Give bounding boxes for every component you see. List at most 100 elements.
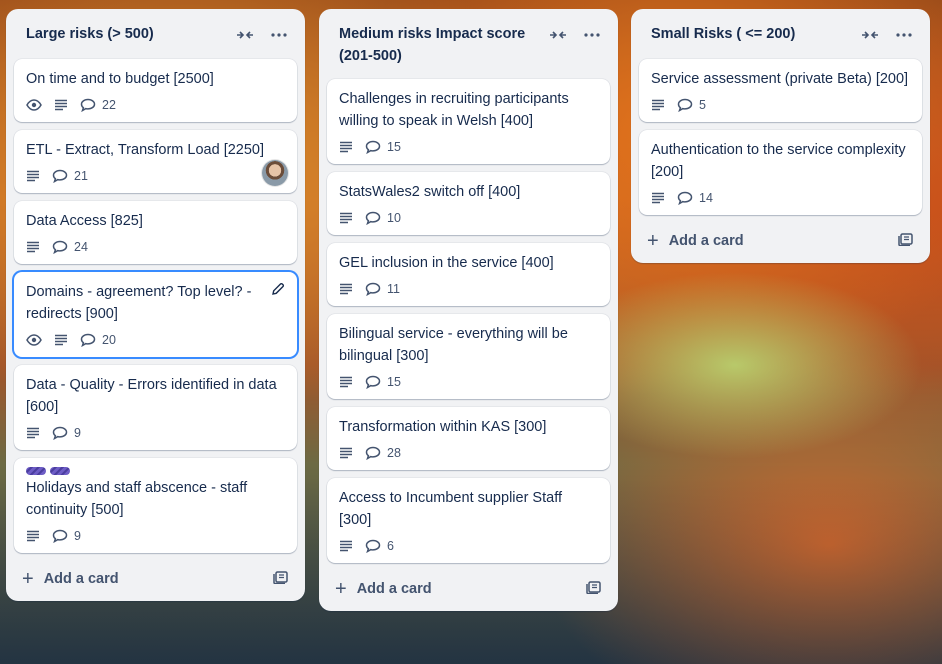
collapse-icon[interactable] (856, 23, 884, 47)
list-title[interactable]: Small Risks ( <= 200) (651, 23, 795, 45)
comment-badge: 5 (677, 98, 706, 112)
card-title: On time and to budget [2500] (26, 71, 214, 87)
card[interactable]: Data - Quality - Errors identified in da… (14, 365, 297, 450)
comment-count: 6 (387, 539, 394, 553)
comment-badge: 14 (677, 191, 713, 205)
comment-badge: 15 (365, 140, 401, 154)
description-icon (339, 212, 353, 224)
card[interactable]: Bilingual service - everything will be b… (327, 314, 610, 399)
description-icon (26, 530, 40, 542)
list-header: Small Risks ( <= 200) (639, 9, 922, 51)
comment-count: 28 (387, 446, 401, 460)
list-medium-risks: Medium risks Impact score (201-500) Chal… (319, 9, 618, 611)
comment-count: 21 (74, 169, 88, 183)
description-icon (26, 241, 40, 253)
pencil-icon[interactable] (271, 282, 285, 301)
list-header: Medium risks Impact score (201-500) (327, 9, 610, 71)
collapse-icon[interactable] (544, 23, 572, 47)
board-canvas: Large risks (> 500) On time and to budge… (0, 0, 942, 664)
description-icon (54, 99, 68, 111)
comment-badge: 10 (365, 211, 401, 225)
comment-icon (52, 529, 68, 543)
avatar[interactable] (262, 160, 288, 186)
description-icon (651, 192, 665, 204)
comment-icon (365, 446, 381, 460)
comment-count: 15 (387, 140, 401, 154)
comment-icon (677, 191, 693, 205)
plus-icon: + (647, 230, 659, 252)
comment-icon (80, 333, 96, 347)
description-icon (26, 170, 40, 182)
comment-badge: 11 (365, 282, 400, 296)
plus-icon: + (335, 578, 347, 600)
card-title: StatsWales2 switch off [400] (339, 184, 521, 200)
comment-badge: 9 (52, 426, 81, 440)
card[interactable]: Data Access [825] 24 (14, 201, 297, 264)
card-title: Data - Quality - Errors identified in da… (26, 377, 277, 415)
card-title: GEL inclusion in the service [400] (339, 255, 554, 271)
comment-count: 11 (387, 282, 400, 296)
comment-icon (52, 169, 68, 183)
comment-count: 9 (74, 426, 81, 440)
add-card-button[interactable]: + Add a card (647, 231, 744, 251)
comment-badge: 20 (80, 333, 116, 347)
comment-count: 9 (74, 529, 81, 543)
card[interactable]: Holidays and staff abscence - staff cont… (14, 458, 297, 553)
comment-badge: 6 (365, 539, 394, 553)
card[interactable]: Challenges in recruiting participants wi… (327, 79, 610, 164)
comment-badge: 22 (80, 98, 116, 112)
card[interactable]: GEL inclusion in the service [400] 11 (327, 243, 610, 306)
add-card-label: Add a card (356, 581, 432, 597)
comment-icon (80, 98, 96, 112)
card-selected[interactable]: Domains - agreement? Top level? - redire… (14, 272, 297, 357)
comment-badge: 28 (365, 446, 401, 460)
card-title: Transformation within KAS [300] (339, 419, 547, 435)
more-icon[interactable] (265, 23, 293, 47)
card-title: Data Access [825] (26, 213, 143, 229)
list-small-risks: Small Risks ( <= 200) Service assessment… (631, 9, 930, 263)
comment-count: 20 (102, 333, 116, 347)
card[interactable]: StatsWales2 switch off [400] 10 (327, 172, 610, 235)
comment-icon (52, 426, 68, 440)
card-title: ETL - Extract, Transform Load [2250] (26, 142, 265, 158)
collapse-icon[interactable] (231, 23, 259, 47)
description-icon (339, 540, 353, 552)
comment-icon (365, 539, 381, 553)
card-label[interactable] (50, 467, 70, 475)
comment-icon (365, 375, 381, 389)
comment-icon (365, 140, 381, 154)
card-template-icon[interactable] (898, 232, 914, 251)
list-title[interactable]: Large risks (> 500) (26, 23, 154, 45)
card[interactable]: Transformation within KAS [300] 28 (327, 407, 610, 470)
card-label[interactable] (26, 467, 46, 475)
add-card-label: Add a card (43, 571, 119, 587)
comment-icon (365, 211, 381, 225)
comment-count: 14 (699, 191, 713, 205)
comment-count: 10 (387, 211, 401, 225)
add-card-row: + Add a card (639, 221, 922, 255)
card[interactable]: Service assessment (private Beta) [200] … (639, 59, 922, 122)
description-icon (54, 334, 68, 346)
add-card-button[interactable]: + Add a card (335, 579, 432, 599)
plus-icon: + (22, 568, 34, 590)
description-icon (339, 447, 353, 459)
more-icon[interactable] (890, 23, 918, 47)
add-card-button[interactable]: + Add a card (22, 569, 119, 589)
card[interactable]: Authentication to the service complexity… (639, 130, 922, 215)
card[interactable]: ETL - Extract, Transform Load [2250] 21 (14, 130, 297, 193)
card-template-icon[interactable] (273, 570, 289, 589)
card[interactable]: Access to Incumbent supplier Staff [300]… (327, 478, 610, 563)
card-title: Bilingual service - everything will be b… (339, 326, 568, 364)
description-icon (651, 99, 665, 111)
list-title[interactable]: Medium risks Impact score (201-500) (339, 23, 539, 67)
description-icon (339, 376, 353, 388)
add-card-row: + Add a card (327, 569, 610, 603)
more-icon[interactable] (578, 23, 606, 47)
comment-count: 5 (699, 98, 706, 112)
comment-badge: 21 (52, 169, 88, 183)
card-template-icon[interactable] (586, 580, 602, 599)
eye-icon (26, 99, 42, 111)
card-labels[interactable] (26, 467, 285, 475)
add-card-label: Add a card (668, 233, 744, 249)
card[interactable]: On time and to budget [2500] 22 (14, 59, 297, 122)
